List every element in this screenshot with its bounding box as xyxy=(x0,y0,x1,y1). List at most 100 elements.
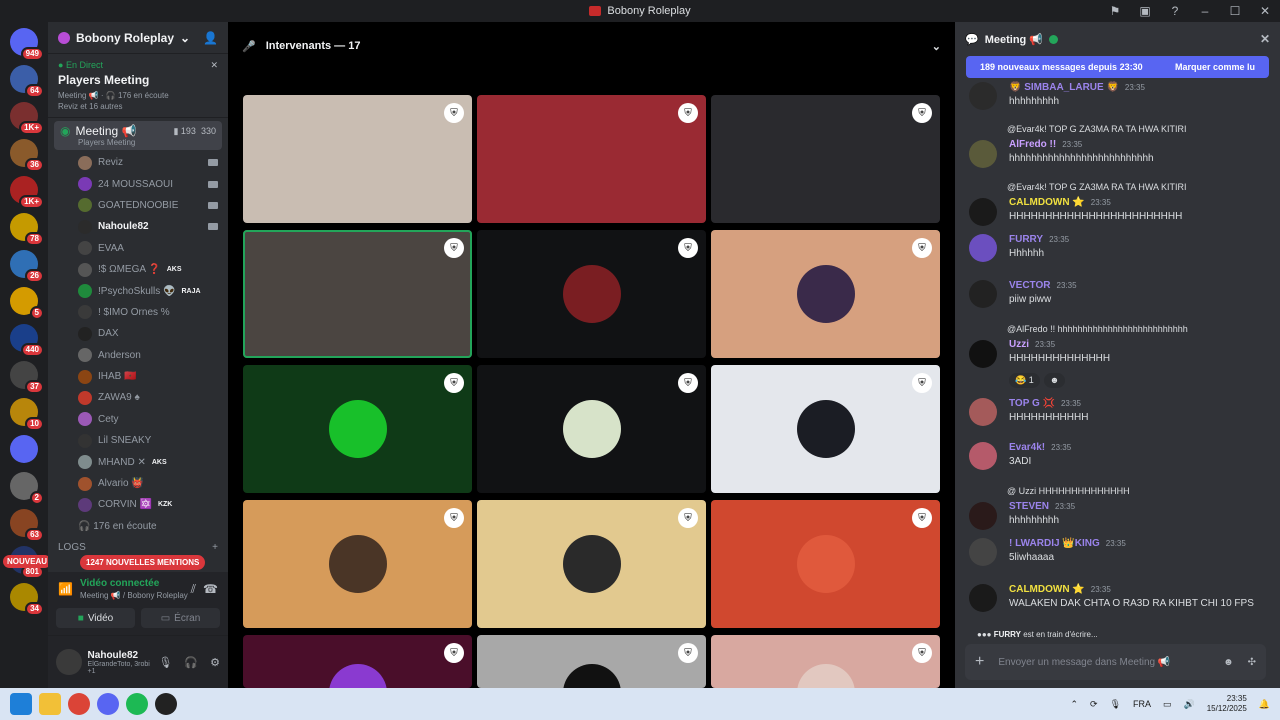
spotify-icon[interactable] xyxy=(126,693,148,715)
server-icon[interactable]: 5 xyxy=(10,287,44,320)
avatar[interactable] xyxy=(969,234,997,262)
participant-tile[interactable]: ⛨ xyxy=(477,635,706,688)
voice-user[interactable]: DAX xyxy=(48,323,228,344)
message-author[interactable]: TOP G 💢 23:35 xyxy=(1009,398,1081,409)
disconnect-icon[interactable]: ☎ xyxy=(203,582,218,596)
screen-share-button[interactable]: ▭ Écran xyxy=(141,608,220,628)
voice-user[interactable]: ! $IMO Ornes % xyxy=(48,302,228,323)
chevron-down-icon[interactable]: ⌄ xyxy=(932,40,941,53)
signal-icon[interactable]: 📶 xyxy=(58,582,73,596)
participant-tile[interactable]: ⛨ xyxy=(243,635,472,688)
server-icon[interactable]: 2 xyxy=(10,472,44,505)
maximize-button[interactable]: ☐ xyxy=(1220,4,1250,18)
message-author[interactable]: AlFredo !! 23:35 xyxy=(1009,139,1082,150)
server-icon[interactable]: 37 xyxy=(10,361,44,394)
voice-channel-meeting[interactable]: ◉ Meeting 📢 ▮ 193 330 Players Meeting xyxy=(54,121,222,150)
gear-icon[interactable]: ⚙ xyxy=(210,656,220,669)
voice-user[interactable]: GOATEDNOOBIE xyxy=(48,195,228,216)
microphone-icon[interactable]: 🎙 xyxy=(1110,699,1121,710)
voice-user[interactable]: CORVIN 🔯 KZK xyxy=(48,494,228,515)
participant-tile[interactable]: ⛨ xyxy=(711,230,940,358)
clock[interactable]: 23:35 15/12/2025 xyxy=(1207,694,1247,714)
file-explorer-icon[interactable] xyxy=(39,693,61,715)
add-member-icon[interactable]: 👤 xyxy=(203,31,218,45)
discord-icon[interactable] xyxy=(97,693,119,715)
voice-user[interactable]: Nahoule82 xyxy=(48,216,228,237)
moderator-icon[interactable]: ⛨ xyxy=(912,238,932,258)
reply-preview[interactable]: @ Uzzi HHHHHHHHHHHHHH xyxy=(1007,486,1130,496)
message-author[interactable]: CALMDOWN ⭐ 23:35 xyxy=(1009,584,1111,595)
server-icon[interactable]: 949 xyxy=(10,28,44,61)
avatar[interactable] xyxy=(969,280,997,308)
server-icon[interactable]: 1K+ xyxy=(10,176,44,209)
reaction-button[interactable]: 😂 1 xyxy=(1009,373,1040,388)
chat-message[interactable]: CALMDOWN ⭐ 23:35 WALAKEN DAK CHTA O RA3D R… xyxy=(969,584,1272,620)
voice-user[interactable]: !$ ΩMEGA ❓ AKS xyxy=(48,259,228,280)
participant-tile[interactable]: ⛨ xyxy=(243,95,472,223)
participant-tile[interactable]: ⛨ xyxy=(243,365,472,493)
message-input[interactable]: + Envoyer un message dans Meeting 📢 ☻ ✣ xyxy=(965,644,1266,680)
chat-message[interactable]: ! LWARDIJ 👑KING 23:35 5liwhaaaa xyxy=(969,538,1272,574)
inbox-icon[interactable]: ⚑ xyxy=(1100,4,1130,18)
voice-user[interactable]: !PsychoSkulls 👽 RAJA xyxy=(48,280,228,301)
message-author[interactable]: 🦁 SIMBAA_LARUE 🦁 23:35 xyxy=(1009,82,1145,93)
moderator-icon[interactable]: ⛨ xyxy=(912,508,932,528)
moderator-icon[interactable]: ⛨ xyxy=(912,643,932,663)
voice-user[interactable]: Anderson xyxy=(48,345,228,366)
participant-tile[interactable]: ⛨ xyxy=(477,500,706,628)
chrome-icon[interactable] xyxy=(68,693,90,715)
server-icon[interactable]: 64 xyxy=(10,65,44,98)
chat-message[interactable]: FURRY 23:35 Hhhhhh xyxy=(969,234,1272,270)
minimize-button[interactable]: – xyxy=(1190,4,1220,18)
avatar[interactable] xyxy=(969,340,997,368)
close-icon[interactable]: ✕ xyxy=(210,60,218,71)
sticker-icon[interactable]: ☻ xyxy=(1223,657,1234,668)
mark-read-button[interactable]: Marquer comme lu xyxy=(1175,62,1255,72)
message-author[interactable]: Uzzi 23:35 xyxy=(1009,339,1055,350)
moderator-icon[interactable]: ⛨ xyxy=(444,103,464,123)
participant-tile[interactable]: ⛨ xyxy=(711,365,940,493)
message-author[interactable]: STEVEN 23:35 xyxy=(1009,501,1075,512)
participant-tile[interactable]: ⛨ xyxy=(243,500,472,628)
chat-message[interactable]: VECTOR 23:35 piiw piww xyxy=(969,280,1272,316)
voice-user[interactable]: ZAWA9 ♠ xyxy=(48,387,228,408)
chevron-up-icon[interactable]: ⌃ xyxy=(1070,699,1078,710)
moderator-icon[interactable]: ⛨ xyxy=(678,643,698,663)
avatar[interactable] xyxy=(969,198,997,226)
participant-tile[interactable]: ⛨ xyxy=(477,230,706,358)
close-icon[interactable]: ✕ xyxy=(1260,32,1270,46)
participant-tile[interactable]: ⛨ xyxy=(477,365,706,493)
voice-user[interactable]: MHAND ✕ AKS xyxy=(48,451,228,472)
reply-preview[interactable]: @Evar4k! TOP G ZA3MA RA TA HWA KITIRI xyxy=(1007,124,1187,134)
avatar[interactable] xyxy=(969,82,997,110)
voice-user[interactable]: Reviz xyxy=(48,152,228,173)
moderator-icon[interactable]: ⛨ xyxy=(444,238,464,258)
sync-icon[interactable]: ⟳ xyxy=(1090,699,1098,710)
voice-user[interactable]: IHAB 🇲🇦 xyxy=(48,366,228,387)
avatar[interactable] xyxy=(969,398,997,426)
notification-icon[interactable]: 🔔 xyxy=(1259,699,1270,710)
avatar[interactable] xyxy=(969,584,997,612)
chat-message[interactable]: @Evar4k! TOP G ZA3MA RA TA HWA KITIRI AlF… xyxy=(969,124,1272,176)
server-icon[interactable]: 63 xyxy=(10,509,44,542)
moderator-icon[interactable]: ⛨ xyxy=(678,103,698,123)
voice-user[interactable]: Cety xyxy=(48,409,228,430)
new-badge[interactable]: NOUVEAU xyxy=(3,555,52,568)
new-messages-banner[interactable]: 189 nouveaux messages depuis 23:30 Marqu… xyxy=(966,56,1269,78)
chat-message[interactable]: @Evar4k! TOP G ZA3MA RA TA HWA KITIRI CAL… xyxy=(969,182,1272,234)
headphones-icon[interactable]: 🎧 xyxy=(184,656,198,669)
server-icon[interactable]: 78 xyxy=(10,213,44,246)
message-input-placeholder[interactable]: Envoyer un message dans Meeting 📢 xyxy=(998,657,1170,668)
listening-count[interactable]: 🎧 176 en écoute xyxy=(48,516,228,538)
server-icon[interactable]: 26 xyxy=(10,250,44,283)
voice-user[interactable]: Lil SNEAKY xyxy=(48,430,228,451)
noise-suppression-icon[interactable]: ⫽ xyxy=(191,582,196,597)
chat-message[interactable]: 🦁 SIMBAA_LARUE 🦁 23:35 hhhhhhhhh xyxy=(969,82,1272,118)
avatar[interactable] xyxy=(969,502,997,530)
message-author[interactable]: CALMDOWN ⭐ 23:35 xyxy=(1009,197,1111,208)
live-event[interactable]: ● En Direct ✕ Players Meeting Meeting 📢 ·… xyxy=(48,54,228,118)
participant-tile[interactable]: ⛨ xyxy=(243,230,472,358)
moderator-icon[interactable]: ⛨ xyxy=(444,643,464,663)
server-header[interactable]: Bobony Roleplay ⌄ 👤 xyxy=(48,22,228,54)
avatar[interactable] xyxy=(969,538,997,566)
